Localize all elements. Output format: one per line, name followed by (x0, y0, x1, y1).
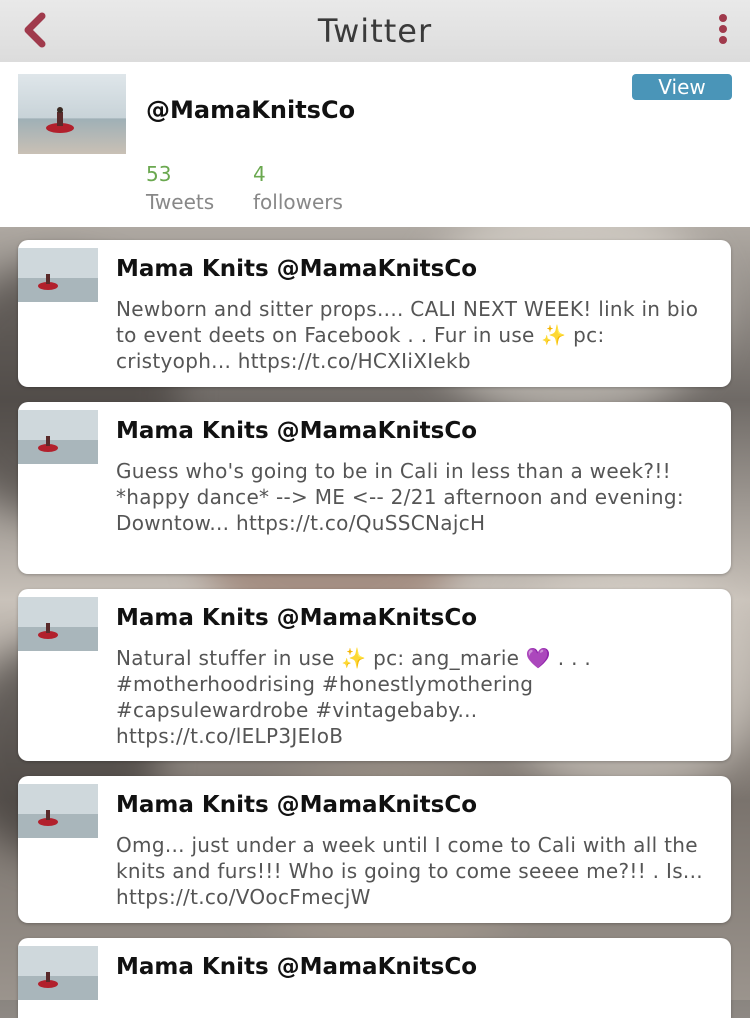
more-vertical-icon (716, 14, 730, 44)
tweet-author: Mama Knits @MamaKnitsCo (116, 418, 478, 444)
tweet-text: Newborn and sitter props.... CALI NEXT W… (116, 297, 699, 373)
tweets-label: Tweets (146, 190, 215, 214)
profile-card: @MamaKnitsCo View 53 Tweets 4 followers (0, 62, 750, 227)
tweet-avatar[interactable] (18, 946, 98, 1000)
back-button[interactable] (16, 10, 56, 50)
tweet-avatar[interactable] (18, 784, 98, 838)
tweet-author: Mama Knits @MamaKnitsCo (116, 605, 478, 631)
view-profile-button[interactable]: View (632, 74, 732, 100)
tweet-avatar[interactable] (18, 410, 98, 464)
tweet-card[interactable]: Mama Knits @MamaKnitsCo Newborn and sitt… (18, 240, 731, 387)
tweet-text: Guess who's going to be in Cali in less … (116, 459, 684, 535)
tweet-card[interactable]: Mama Knits @MamaKnitsCo Natural stuffer … (18, 589, 731, 761)
tweet-card[interactable]: Mama Knits @MamaKnitsCo Omg... just unde… (18, 776, 731, 923)
followers-stat[interactable]: 4 followers (253, 162, 343, 214)
tweet-text: Natural stuffer in use ✨ pc: ang_marie 💜… (116, 646, 592, 748)
nav-bar: Twitter (0, 0, 750, 62)
tweet-text: Omg... just under a week until I come to… (116, 833, 703, 909)
followers-count: 4 (253, 162, 266, 186)
tweet-card[interactable]: Mama Knits @MamaKnitsCo (18, 938, 731, 1018)
tweet-avatar[interactable] (18, 248, 98, 302)
profile-avatar[interactable] (18, 74, 126, 154)
more-options-button[interactable] (716, 14, 730, 48)
page-title: Twitter (317, 12, 433, 50)
tweet-author: Mama Knits @MamaKnitsCo (116, 954, 478, 980)
tweet-author: Mama Knits @MamaKnitsCo (116, 256, 478, 282)
tweet-card[interactable]: Mama Knits @MamaKnitsCo Guess who's goin… (18, 402, 731, 574)
profile-handle: @MamaKnitsCo (146, 96, 356, 124)
chevron-left-icon (24, 12, 46, 48)
tweets-stat[interactable]: 53 Tweets (146, 162, 214, 214)
tweet-author: Mama Knits @MamaKnitsCo (116, 792, 478, 818)
followers-label: followers (253, 190, 343, 214)
tweets-count: 53 (146, 162, 172, 186)
tweet-avatar[interactable] (18, 597, 98, 651)
